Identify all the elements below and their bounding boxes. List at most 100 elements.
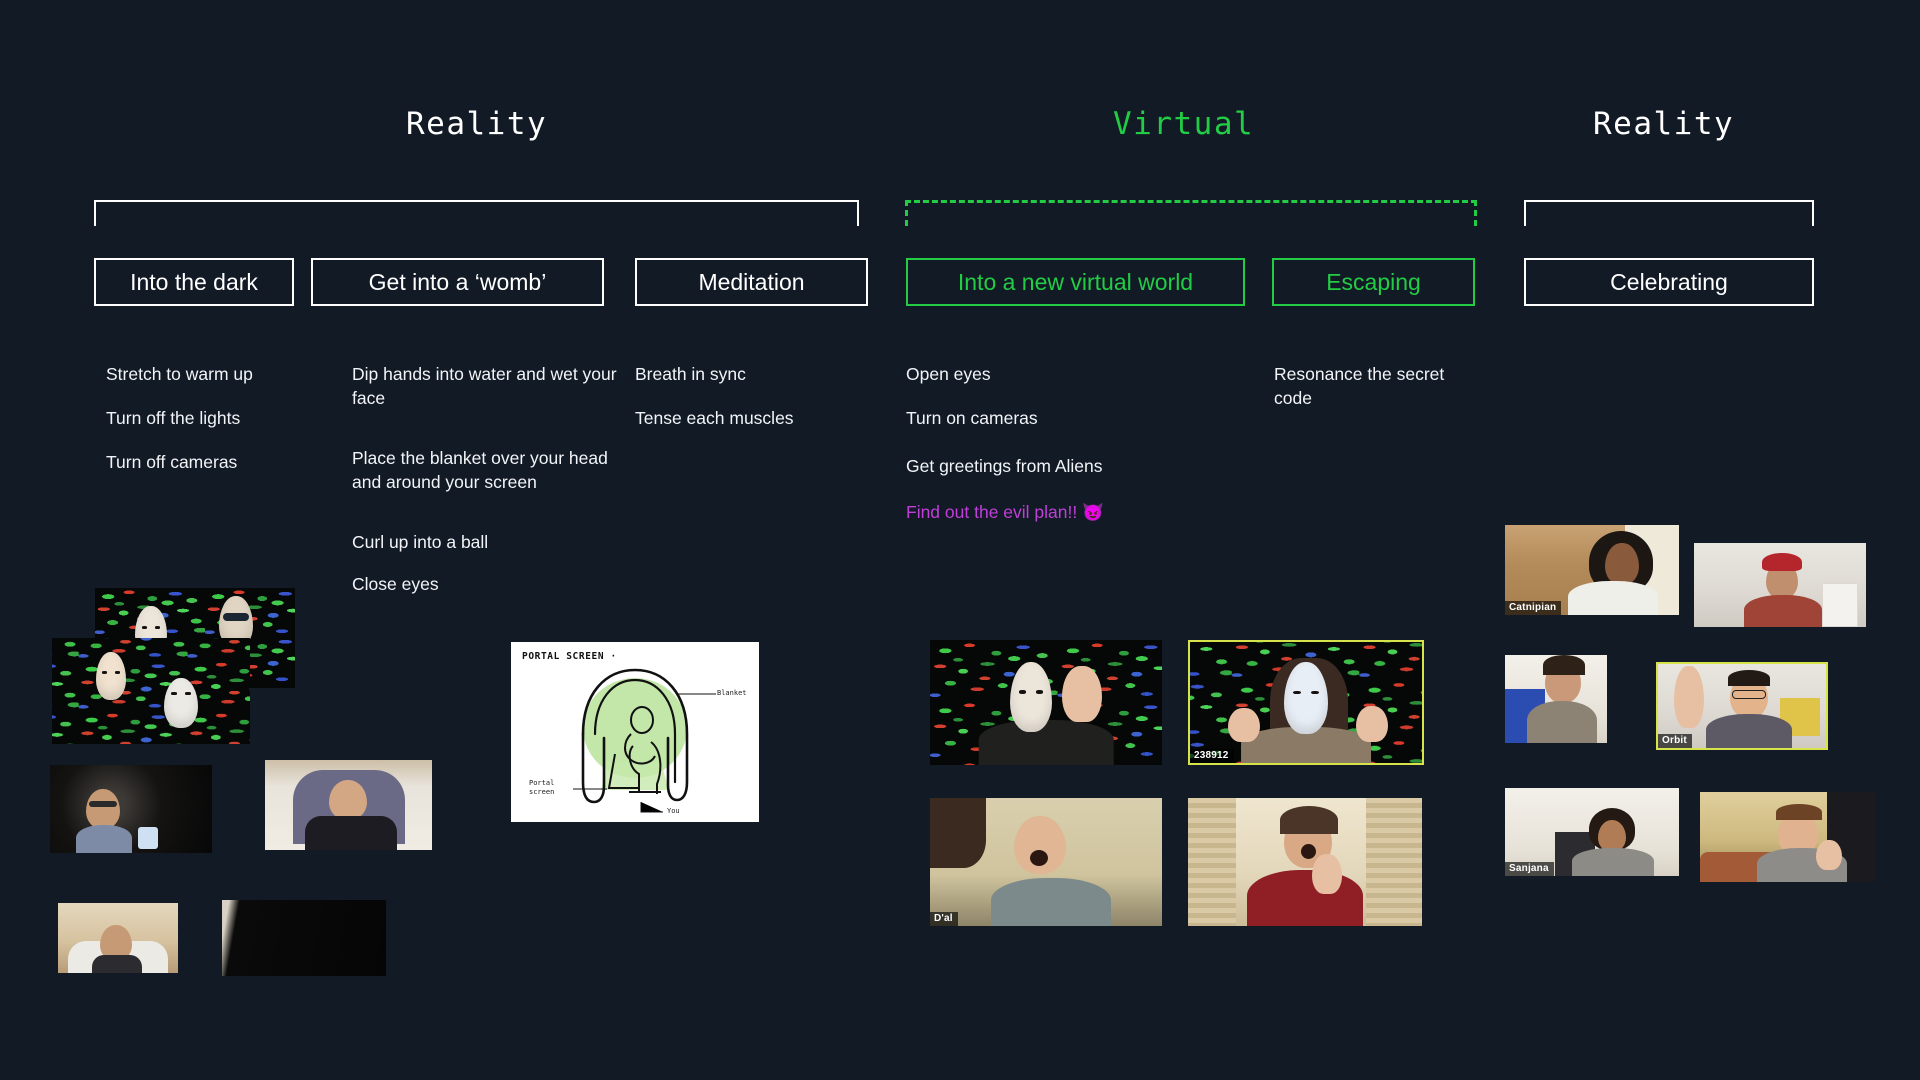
phase-title-virtual: Virtual [1113,106,1255,142]
bracket-reality-1 [94,200,859,226]
note-turn-off-the-lights: Turn off the lights [106,408,241,428]
sketch-label-you: You [667,807,680,815]
open-mouth [1301,844,1316,859]
reality-tile-4[interactable] [222,900,386,976]
mask-icon [164,678,198,728]
storyboard-canvas: Reality Virtual Reality Into the dark Ge… [0,0,1920,1080]
note-find-out-the-evil-plan: Find out the evil plan!! 😈 [906,502,1104,522]
raised-hand-icon [1674,666,1704,728]
bracket-tick-left [94,200,96,226]
celebration-tile-2[interactable] [1694,543,1866,627]
mask-eye-left [171,692,177,695]
curtain-right [1366,798,1422,926]
hand-icon [1816,840,1842,870]
virtual-tile-1[interactable] [930,640,1162,765]
note-close-eyes: Close eyes [352,574,439,594]
mask-eye-right [1036,690,1044,694]
person-torso [990,878,1111,926]
bracket-tick-right [857,200,859,226]
step-chip-celebrating[interactable]: Celebrating [1524,258,1814,306]
person-head [1605,543,1639,585]
celebration-tile-orbit[interactable]: Orbit [1656,662,1828,750]
bracket-rule [1524,200,1814,202]
sketch-label-blanket: Blanket [717,689,747,697]
person-hair [1280,806,1338,834]
step-chip-label: Get into a ‘womb’ [368,268,547,295]
step-chip-escaping[interactable]: Escaping [1272,258,1475,306]
curtain-left [1188,798,1236,926]
person-torso [978,720,1114,765]
step-chip-label: Meditation [698,268,805,295]
sunglasses-icon [223,613,249,622]
mask-eye-right [114,671,120,674]
mask-eye-right [1311,690,1319,695]
raised-hand-icon [1062,666,1102,722]
sketch-label-portal-screen: Portal screen [529,779,555,796]
note-place-the-blanket: Place the blanket over your head and aro… [352,448,608,493]
note-tense-each-muscles: Tense each muscles [635,408,794,428]
step-chip-label: Celebrating [1610,268,1728,295]
reality-tile-2[interactable] [265,760,432,850]
mask-eye-right [185,692,191,695]
person-hair [1543,655,1585,675]
step-chip-into-the-dark[interactable]: Into the dark [94,258,294,306]
mask-icon [1284,662,1328,734]
step-chip-get-into-a-womb[interactable]: Get into a ‘womb’ [311,258,604,306]
person-hair [1728,670,1770,686]
bracket-tick-right [1474,200,1477,226]
reality-tile-3[interactable] [58,903,178,973]
virtual-tile-3[interactable]: D'al [930,798,1162,926]
bracket-reality-2 [1524,200,1814,226]
glasses-icon [1732,690,1766,699]
virtual-tile-4[interactable] [1188,798,1422,926]
step-chip-label: Escaping [1326,268,1421,295]
tile-name-label: D'al [930,912,958,926]
person-torso [1571,848,1654,876]
tile-name-label: Catnipian [1505,601,1562,615]
hand-on-cheek-icon [1312,854,1342,894]
mask-icon [1010,662,1052,732]
mask-eye-left [1293,690,1301,695]
mask-icon [96,652,126,700]
hand-left-icon [1228,708,1260,742]
person-torso [305,816,397,850]
hand-right-icon [1356,706,1388,742]
furniture-drawers [1822,583,1858,627]
alien-collage-panel-bottom [52,638,250,744]
note-turn-on-cameras: Turn on cameras [906,408,1038,428]
note-resonance-the-secret-code: Resonance the secret code [1274,364,1445,409]
note-stretch-to-warm-up: Stretch to warm up [106,364,253,384]
celebration-tile-catnipian[interactable]: Catnipian [1505,525,1679,615]
step-chip-into-a-new-virtual-world[interactable]: Into a new virtual world [906,258,1245,306]
tile-name-label: 238912 [1190,749,1234,763]
celebration-tile-6[interactable] [1700,792,1875,882]
red-hat [1762,553,1802,571]
person-torso [1527,701,1598,743]
bracket-rule [94,200,859,202]
bracket-virtual [905,200,1477,226]
person-torso [92,955,142,973]
person-hair [1776,804,1822,820]
person-torso [76,825,132,853]
person-torso [1247,870,1363,926]
bracket-rule [905,200,1477,203]
celebration-tile-sanjana[interactable]: Sanjana [1505,788,1679,876]
note-turn-off-cameras: Turn off cameras [106,452,238,472]
glasses-icon [89,801,117,807]
person-head [86,789,120,829]
step-chip-meditation[interactable]: Meditation [635,258,868,306]
reality-tile-1[interactable] [50,765,212,853]
mask-eye-left [1018,690,1026,694]
mask-eye-left [141,626,148,629]
bracket-tick-left [1524,200,1526,226]
phase-title-reality-1: Reality [406,106,548,142]
mask-eye-left [102,671,108,674]
person-head [329,780,367,820]
celebration-tile-3[interactable] [1505,655,1607,743]
step-chip-label: Into the dark [130,268,258,295]
person-torso [1705,714,1792,748]
mask-eye-right [154,626,161,629]
virtual-tile-2[interactable]: 238912 [1188,640,1424,765]
tile-photo [222,900,386,976]
open-mouth [1030,850,1048,866]
